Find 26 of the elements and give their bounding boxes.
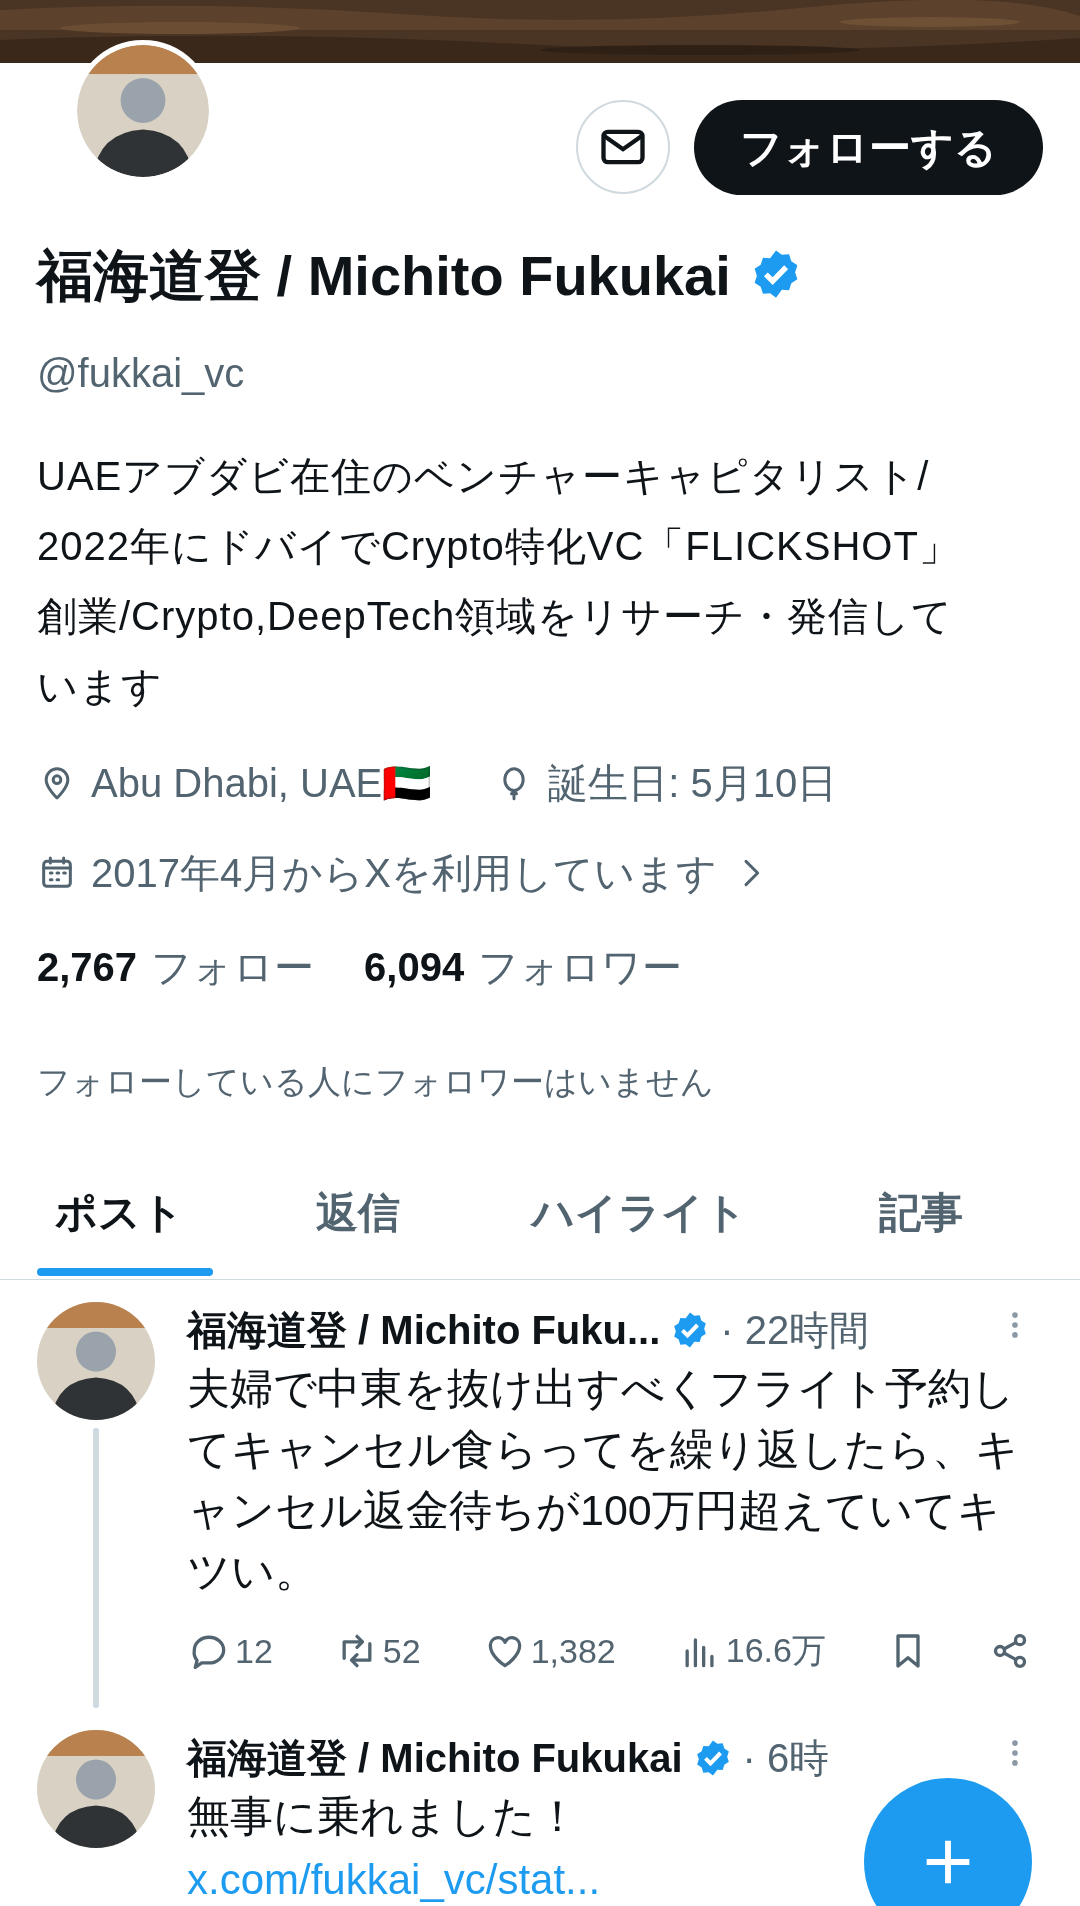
post-author[interactable]: 福海道登 / Michito Fuku...	[187, 1302, 661, 1358]
follow-button[interactable]: フォローする	[694, 100, 1043, 195]
post-author[interactable]: 福海道登 / Michito Fukukai	[187, 1730, 683, 1786]
post-time: · 22時間	[720, 1307, 870, 1354]
followers-label[interactable]: フォロワー	[478, 939, 683, 995]
post-text: 夫婦で中東を抜け出すべくフライト予約してキャンセル食らってを繰り返したら、キャンセル返金待ちが100万円超えていてキツい。	[187, 1363, 1020, 1597]
views-button[interactable]: 16.6万	[677, 1628, 826, 1674]
mutual-followers-note: フォローしている人にフォロワーはいません	[37, 1062, 715, 1102]
profile-handle: @fukkai_vc	[37, 350, 246, 397]
like-button[interactable]: 1,382	[482, 1629, 616, 1673]
profile-tab[interactable]: 返信	[250, 1147, 466, 1279]
repost-button[interactable]: 52	[334, 1629, 421, 1673]
followers-count[interactable]: 6,094	[364, 939, 465, 995]
post-time: · 6時	[742, 1735, 830, 1782]
profile-tab[interactable]: 記事	[813, 1147, 1029, 1279]
profile-bio: UAEアブダビ在住のベンチャーキャピタリスト/ 2022年にドバイでCrypto特化VC「FLICKSHOT」 創業/Crypto,DeepTech領域をリサーチ・発信して います	[37, 453, 961, 710]
profile-tab[interactable]: ポスト	[0, 1147, 250, 1279]
profile-tab[interactable]: ハイライト	[466, 1147, 813, 1279]
post-text: 無事に乗れました！	[187, 1791, 579, 1842]
location-text: Abu Dhabi, UAE🇦🇪	[91, 760, 433, 807]
following-count[interactable]: 2,767	[37, 939, 138, 995]
following-label[interactable]: フォロー	[151, 939, 315, 995]
birthday-text: 誕生日: 5月10日	[548, 760, 838, 807]
reply-button[interactable]: 12	[187, 1629, 273, 1673]
profile-name: 福海道登 / Michito Fukukai	[37, 243, 731, 309]
joined-date-text: 2017年4月からXを利用しています	[91, 850, 717, 897]
